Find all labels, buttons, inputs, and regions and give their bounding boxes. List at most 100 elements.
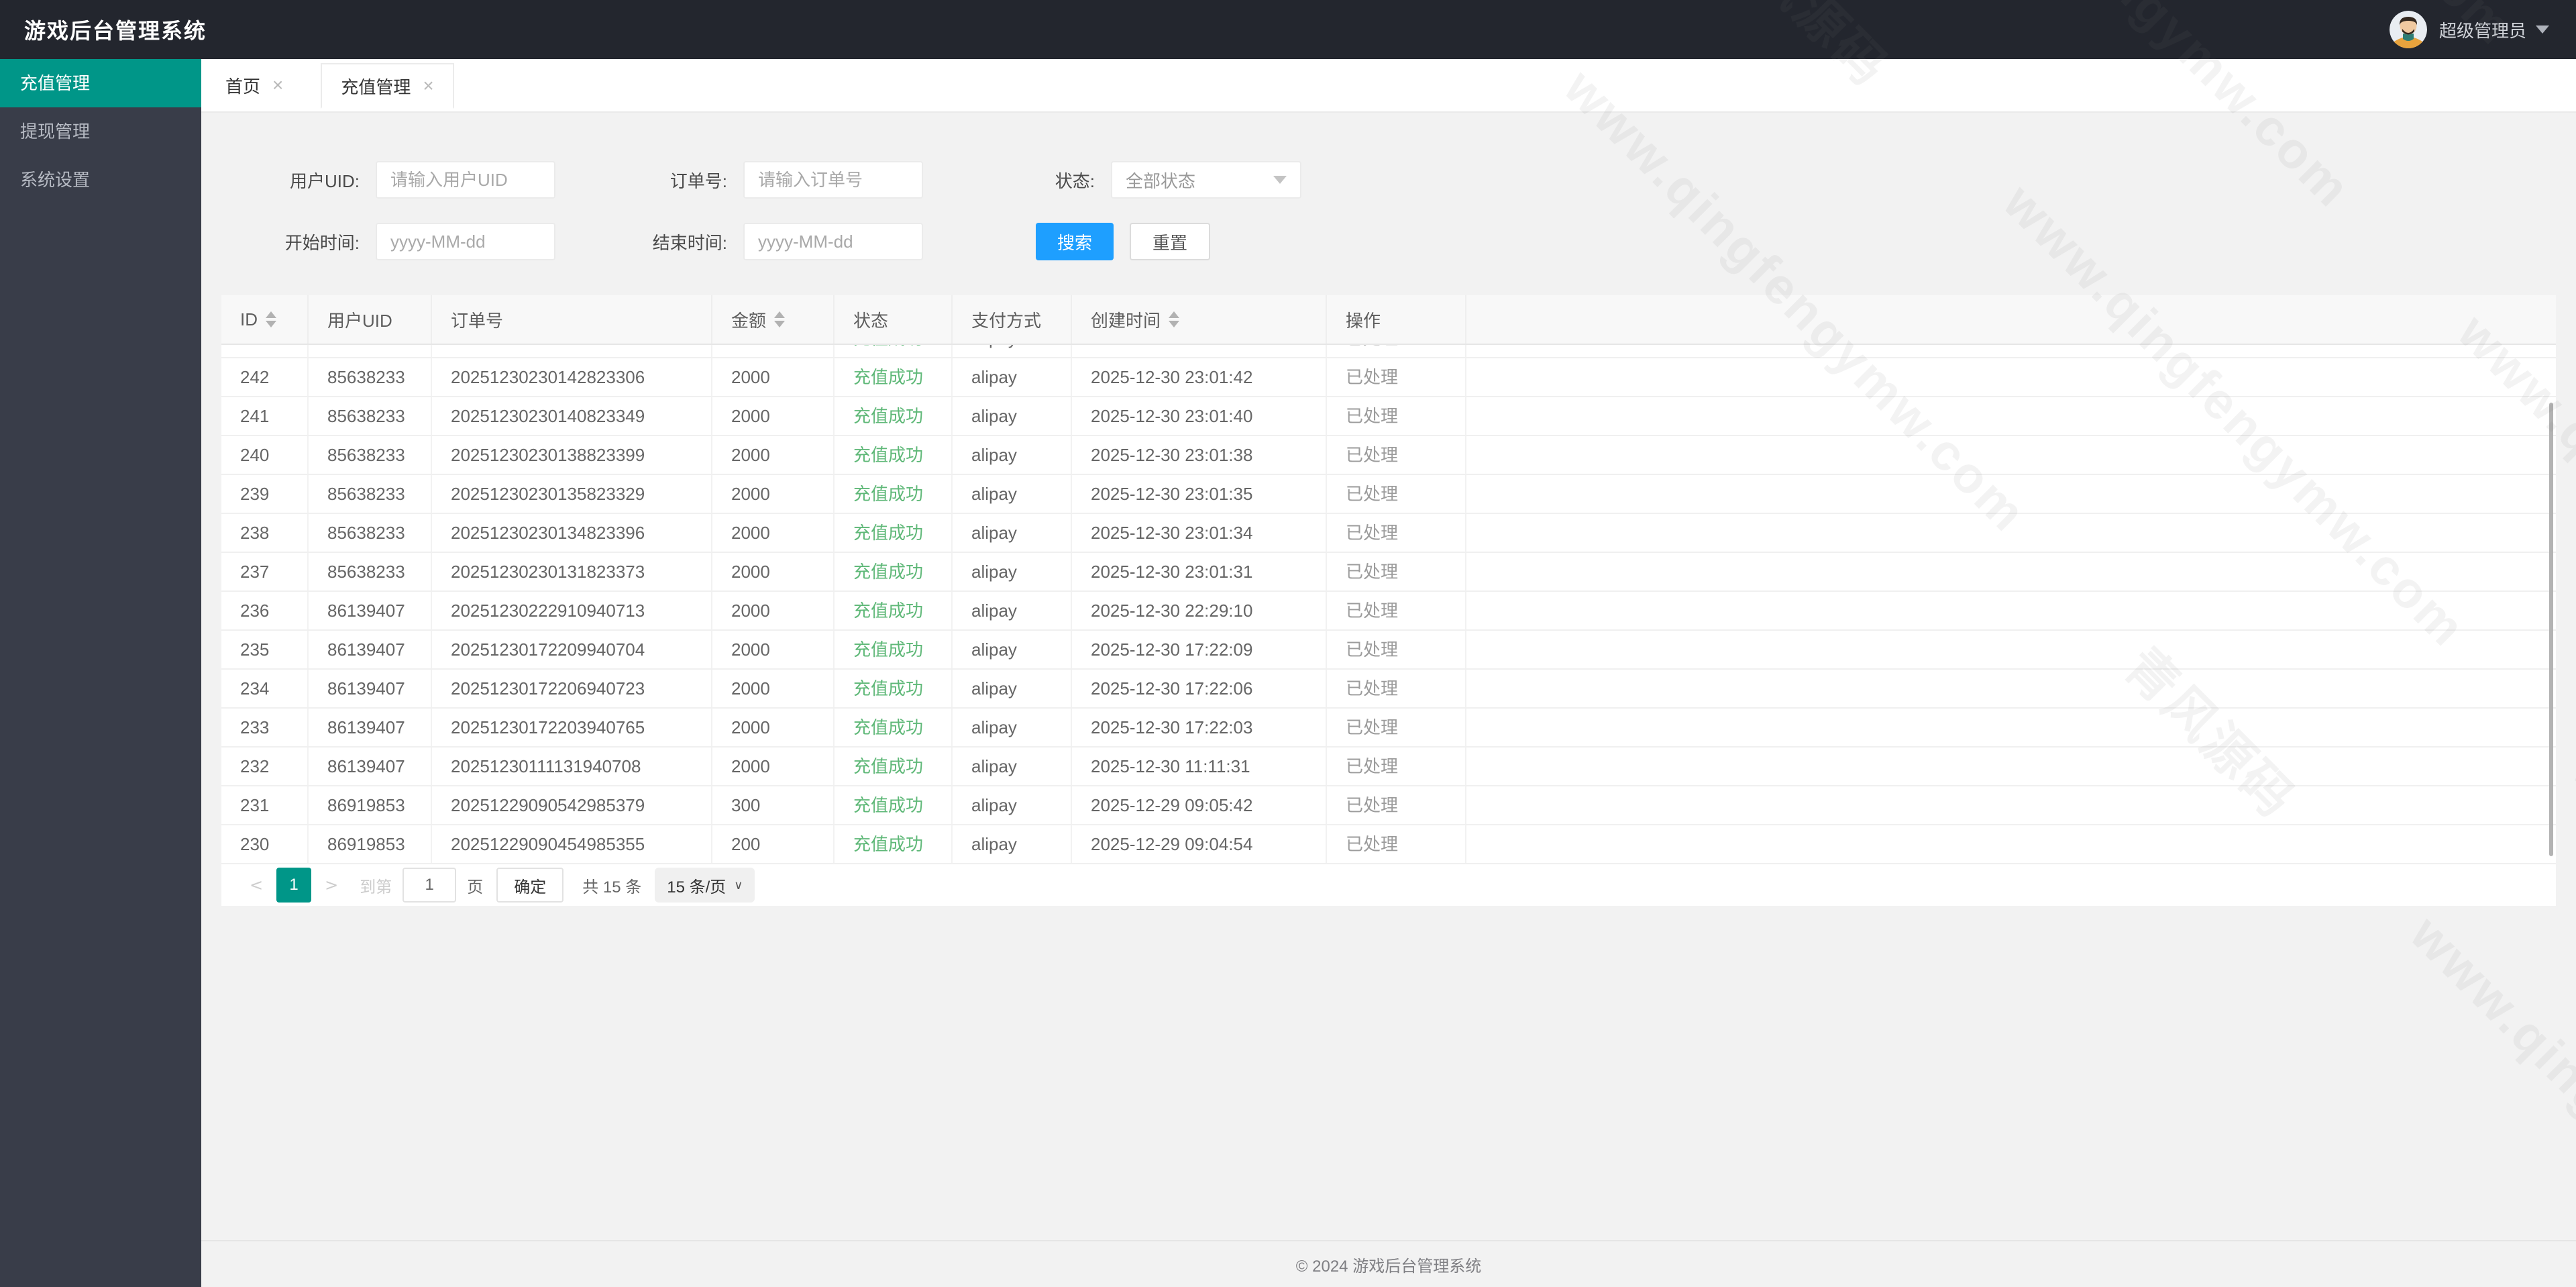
sidebar-item-withdraw[interactable]: 提现管理: [0, 107, 201, 156]
table-row: 242 85638233 20251230230142823306 2000 充值成功 a…: [221, 358, 2556, 397]
close-icon[interactable]: ×: [272, 76, 283, 95]
cell-status: 充值成功: [835, 358, 953, 396]
tabbar: 首页 × 充值管理 ×: [201, 59, 2576, 113]
cell-created: 2025-12-30 23:01:31: [1072, 553, 1327, 590]
status-select[interactable]: 全部状态: [1111, 161, 1301, 199]
cell-id: 231: [221, 786, 309, 824]
cell-id: 240: [221, 436, 309, 474]
cell-status: 充值成功: [835, 592, 953, 629]
column-header-uid: 用户UID: [309, 295, 432, 344]
sidebar-item-settings[interactable]: 系统设置: [0, 156, 201, 204]
cell-amount: 200: [712, 825, 835, 863]
cell-amount: 2000: [712, 670, 835, 707]
table-body: 24385638233202512302301448233142000充值成功a…: [221, 345, 2556, 864]
cell-action: 已处理: [1327, 709, 1466, 746]
table-row: 232 86139407 20251230111131940708 2000 充值成功 a…: [221, 748, 2556, 786]
scrollbar-thumb[interactable]: [2549, 403, 2553, 856]
cell-status: 充值成功: [835, 670, 953, 707]
sidebar: 充值管理 提现管理 系统设置: [0, 59, 201, 1287]
cell-amount: 2000: [712, 345, 835, 357]
cell-pay_type: alipay: [953, 592, 1072, 629]
cell-id: 241: [221, 397, 309, 435]
cell-uid: 85638233: [309, 553, 432, 590]
table-row: 235 86139407 20251230172209940704 2000 充值成功 a…: [221, 631, 2556, 670]
cell-amount: 2000: [712, 475, 835, 513]
user-menu[interactable]: 超级管理员: [2389, 11, 2576, 48]
user-avatar: [2389, 11, 2427, 48]
column-header-action: 操作: [1327, 295, 1466, 344]
cell-pay_type: alipay: [953, 553, 1072, 590]
user-name: 超级管理员: [2438, 20, 2526, 41]
column-header-created: 创建时间: [1072, 295, 1327, 344]
footer-text: © 2024 游戏后台管理系统: [1295, 1257, 1482, 1276]
sort-icon[interactable]: [774, 306, 786, 333]
table-row: 240 85638233 20251230230138823399 2000 充值成功 a…: [221, 436, 2556, 475]
cell-uid: 86139407: [309, 748, 432, 785]
app-title: 游戏后台管理系统: [24, 19, 207, 43]
cell-order_no: 20251230230131823373: [432, 553, 712, 590]
next-page-button[interactable]: >: [317, 876, 346, 894]
cell-pay_type: alipay: [953, 825, 1072, 863]
cell-id: 238: [221, 514, 309, 552]
cell-amount: 2000: [712, 709, 835, 746]
cell-id: 232: [221, 748, 309, 785]
cell-order_no: 20251230222910940713: [432, 592, 712, 629]
cell-pay_type: alipay: [953, 514, 1072, 552]
cell-action: 已处理: [1327, 553, 1466, 590]
cell-amount: 2000: [712, 553, 835, 590]
table-row: 233 86139407 20251230172203940765 2000 充值成功 a…: [221, 709, 2556, 748]
cell-uid: 85638233: [309, 358, 432, 396]
cell-uid: 86139407: [309, 592, 432, 629]
order-no-input[interactable]: [743, 161, 923, 199]
table-row: 238 85638233 20251230230134823396 2000 充值成功 a…: [221, 514, 2556, 553]
uid-input[interactable]: [376, 161, 555, 199]
close-icon[interactable]: ×: [423, 76, 433, 95]
sidebar-item-recharge[interactable]: 充值管理: [0, 59, 201, 107]
cell-action: 已处理: [1327, 475, 1466, 513]
end-time-input[interactable]: [743, 223, 923, 260]
cell-action: 已处理: [1327, 592, 1466, 629]
column-header-order_no: 订单号: [432, 295, 712, 344]
cell-created: 2025-12-30 23:01:44: [1072, 345, 1327, 357]
page-size-value: 15 条/页: [667, 878, 727, 896]
search-button[interactable]: 搜索: [1036, 223, 1114, 260]
cell-action: 已处理: [1327, 436, 1466, 474]
cell-uid: 86139407: [309, 709, 432, 746]
cell-uid: 86919853: [309, 786, 432, 824]
footer: © 2024 游戏后台管理系统: [201, 1240, 2576, 1287]
cell-id: 230: [221, 825, 309, 863]
cell-created: 2025-12-29 09:05:42: [1072, 786, 1327, 824]
cell-amount: 2000: [712, 592, 835, 629]
cell-id: 235: [221, 631, 309, 668]
cell-created: 2025-12-30 22:29:10: [1072, 592, 1327, 629]
tab-recharge[interactable]: 充值管理 ×: [321, 63, 454, 109]
cell-created: 2025-12-30 17:22:09: [1072, 631, 1327, 668]
reset-button[interactable]: 重置: [1130, 223, 1211, 260]
start-time-input[interactable]: [376, 223, 555, 260]
confirm-page-button[interactable]: 确定: [496, 868, 564, 903]
cell-order_no: 20251230230134823396: [432, 514, 712, 552]
cell-uid: 86919853: [309, 825, 432, 863]
page-size-select[interactable]: 15 条/页 ∨: [655, 868, 755, 903]
cell-pay_type: alipay: [953, 436, 1072, 474]
cell-order_no: 20251230230142823306: [432, 358, 712, 396]
cell-status: 充值成功: [835, 514, 953, 552]
pagination: < 1 > 到第 页 确定 共 15 条 15 条/页 ∨: [221, 864, 2556, 906]
cell-order_no: 20251230230138823399: [432, 436, 712, 474]
cell-action: 已处理: [1327, 514, 1466, 552]
goto-page-input[interactable]: [402, 868, 457, 903]
cell-order_no: 20251230111131940708: [432, 748, 712, 785]
cell-created: 2025-12-30 23:01:34: [1072, 514, 1327, 552]
prev-page-button[interactable]: <: [241, 876, 271, 894]
sort-icon[interactable]: [266, 306, 276, 333]
cell-uid: 85638233: [309, 436, 432, 474]
column-header-amount: 金额: [712, 295, 835, 344]
tab-home[interactable]: 首页 ×: [207, 58, 302, 112]
page-1-button[interactable]: 1: [276, 868, 312, 903]
cell-action: 已处理: [1327, 345, 1466, 357]
total-count: 共 15 条: [582, 878, 642, 896]
cell-status: 充值成功: [835, 345, 953, 357]
cell-status: 充值成功: [835, 786, 953, 824]
uid-label: 用户UID:: [289, 170, 360, 191]
sort-icon[interactable]: [1169, 306, 1180, 333]
